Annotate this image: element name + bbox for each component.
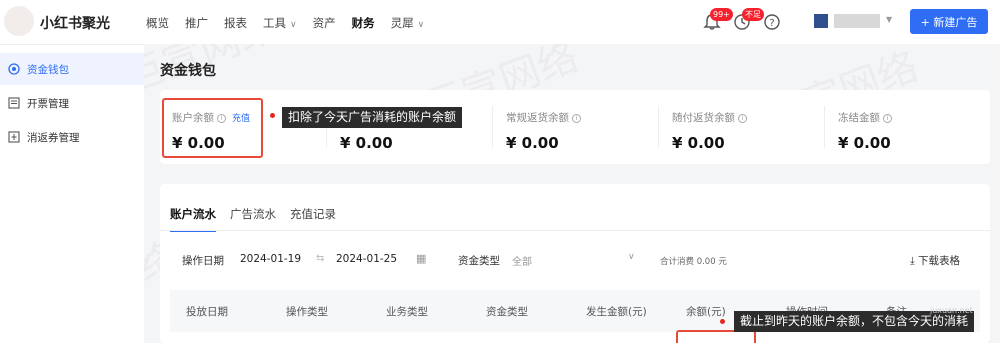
fund-type-label: 资金类型	[458, 255, 500, 267]
column-header: 余额(元)	[686, 306, 726, 318]
download-table-button[interactable]: ⤓ 下载表格	[910, 253, 960, 268]
nav-overview[interactable]: 概览	[146, 15, 169, 31]
callout-dot	[720, 319, 725, 324]
notification-badge: 99+	[710, 8, 733, 21]
sidebar-item-invoice[interactable]: 开票管理	[0, 87, 144, 119]
nav-promotion[interactable]: 推广	[185, 15, 208, 31]
balance-value: ¥ 0.00	[506, 134, 559, 152]
balance-value: ¥ 0.00	[672, 134, 725, 152]
fund-type-select[interactable]: 全部	[512, 253, 532, 268]
account-name[interactable]	[834, 14, 880, 28]
divider	[492, 106, 493, 148]
new-ad-button[interactable]: + 新建广告	[910, 9, 988, 34]
callout-dot	[270, 113, 275, 118]
top-header: 小红书聚光 概览 推广 报表 工具 ∨ 资产 财务 灵犀 ∨ 99+ 不足 ? ▼ …	[0, 0, 1000, 44]
help-icon[interactable]: ?	[762, 12, 782, 32]
info-icon[interactable]: i	[738, 113, 747, 123]
tooltip-account-balance: 扣除了今天广告消耗的账户余额	[282, 107, 463, 128]
date-label: 操作日期	[182, 255, 224, 267]
info-icon[interactable]: i	[883, 113, 892, 123]
column-header: 业务类型	[386, 306, 428, 318]
nav-assets[interactable]: 资产	[313, 15, 336, 31]
divider	[658, 106, 659, 148]
balance-value: ¥ 0.00	[340, 134, 393, 152]
download-icon: ⤓	[910, 255, 918, 267]
watermark-site: juxuan.net	[930, 306, 973, 315]
column-header: 操作类型	[286, 306, 328, 318]
chevron-down-icon[interactable]: ▼	[886, 15, 892, 24]
sidebar: 资金钱包 开票管理 消返券管理	[0, 44, 144, 343]
total-spend: 合计消费 0.00 元	[660, 257, 727, 267]
sidebar-item-label: 消返券管理	[27, 131, 80, 144]
date-end-input[interactable]: 2024-01-25	[336, 253, 397, 265]
sidebar-item-label: 开票管理	[27, 97, 69, 110]
info-icon[interactable]: i	[572, 113, 581, 123]
logo	[4, 6, 34, 36]
coupon-icon	[8, 131, 20, 143]
top-nav: 概览 推广 报表 工具 ∨ 资产 财务 灵犀 ∨	[146, 15, 440, 31]
highlight-box	[162, 98, 263, 158]
nav-finance[interactable]: 财务	[352, 15, 375, 31]
avatar[interactable]	[814, 14, 828, 28]
tab-account-flow[interactable]: 账户流水	[170, 206, 216, 232]
app-title: 小红书聚光	[40, 16, 110, 32]
wallet-icon	[8, 63, 20, 75]
calendar-icon[interactable]: ▦	[416, 252, 426, 265]
divider	[824, 106, 825, 148]
tab-recharge-records[interactable]: 充值记录	[290, 206, 336, 232]
page-title: 资金钱包	[160, 63, 216, 79]
nav-reports[interactable]: 报表	[224, 15, 247, 31]
column-header: 资金类型	[486, 306, 528, 318]
column-header: 发生金额(元)	[586, 306, 647, 318]
nav-tools[interactable]: 工具 ∨	[263, 15, 297, 31]
tab-bar: 账户流水 广告流水 充值记录	[170, 206, 350, 232]
message-badge: 不足	[742, 8, 764, 21]
date-separator: ⇆	[316, 253, 325, 264]
sidebar-item-coupon[interactable]: 消返券管理	[0, 121, 144, 153]
nav-lingxi[interactable]: 灵犀 ∨	[391, 15, 425, 31]
chevron-down-icon: ∨	[417, 20, 425, 30]
sidebar-item-wallet[interactable]: 资金钱包	[0, 53, 144, 85]
filter-row: 操作日期 2024-01-19 ⇆ 2024-01-25 ▦ 资金类型 全部 ∨…	[160, 248, 990, 272]
invoice-icon	[8, 97, 20, 109]
date-start-input[interactable]: 2024-01-19	[240, 253, 301, 265]
sidebar-item-label: 资金钱包	[27, 63, 69, 76]
tab-ad-flow[interactable]: 广告流水	[230, 206, 276, 232]
balance-value: ¥ 0.00	[838, 134, 891, 152]
divider	[160, 230, 990, 231]
chevron-down-icon: ∨	[290, 20, 297, 30]
column-header: 投放日期	[186, 306, 228, 318]
chevron-down-icon[interactable]: ∨	[628, 252, 635, 262]
svg-text:?: ?	[769, 18, 774, 29]
